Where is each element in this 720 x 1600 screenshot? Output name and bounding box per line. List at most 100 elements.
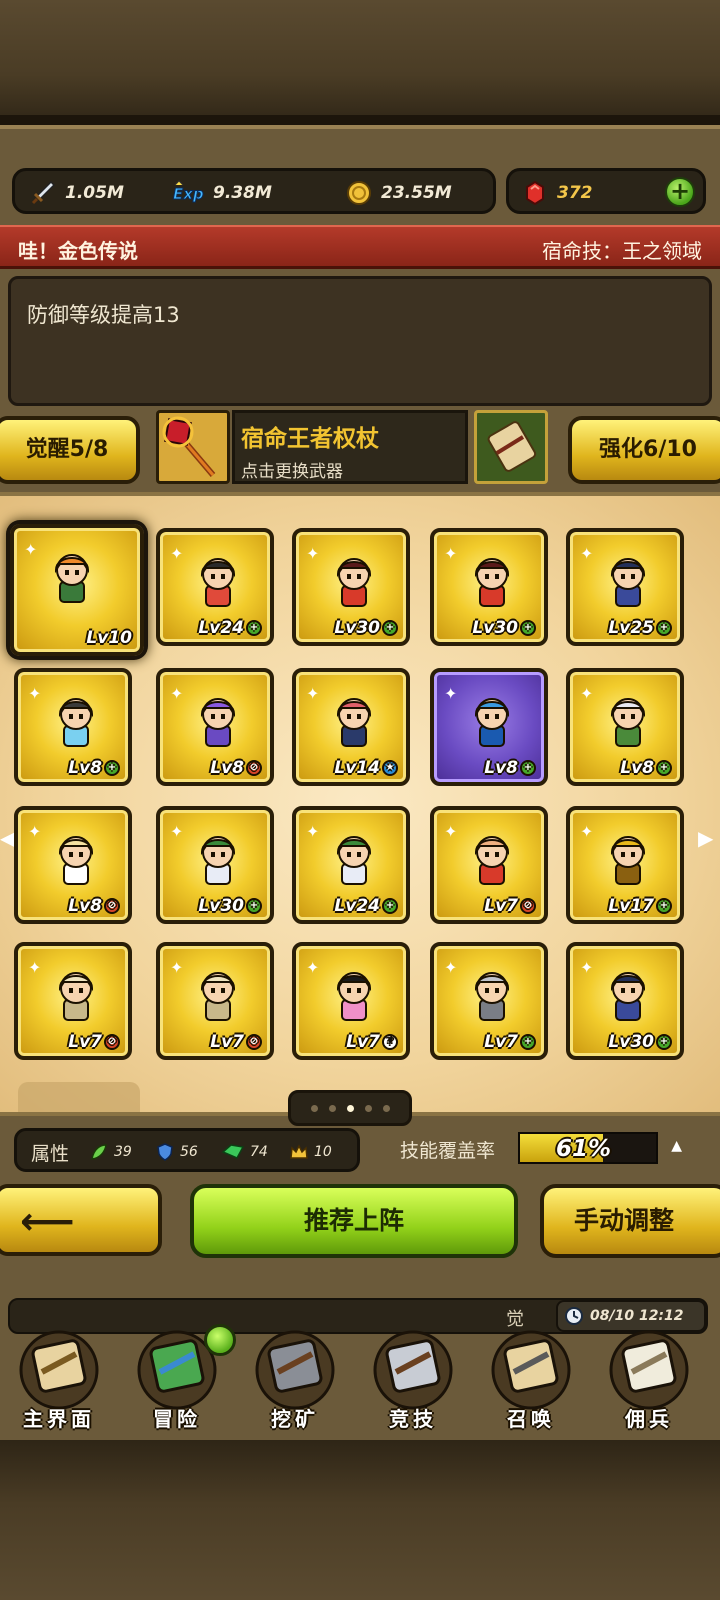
hero-level-text: Lv7 xyxy=(484,1032,518,1052)
nav-item[interactable]: 佣兵 xyxy=(590,1318,708,1444)
attribute-label: 属性 xyxy=(31,1143,70,1165)
page-dot[interactable] xyxy=(364,1104,372,1112)
hero-card[interactable]: ✦ Lv7 ⊘ xyxy=(430,806,548,924)
bone-creature-sprite xyxy=(200,972,236,1021)
hero-card[interactable]: ✦ Lv17 + xyxy=(566,806,684,924)
hero-status-badge: + xyxy=(520,760,536,776)
nav-label: 佣兵 xyxy=(625,1407,673,1431)
manual-adjust-button[interactable]: 手动调整 xyxy=(540,1184,720,1258)
page-dot[interactable] xyxy=(328,1104,336,1112)
sparkle-icon: ✦ xyxy=(170,958,184,977)
hero-level: Lv24 + xyxy=(198,618,262,638)
hero-status-badge: + xyxy=(656,898,672,914)
hero-card[interactable]: ✦ Lv25 + xyxy=(566,528,684,646)
recommend-lineup-button[interactable]: 推荐上阵 xyxy=(190,1184,518,1258)
hero-level: Lv30 + xyxy=(608,1032,672,1052)
purple-hair-girl-sprite xyxy=(200,698,236,747)
right-arrow-icon[interactable]: ▶ xyxy=(698,826,713,850)
hero-card[interactable]: ✦ Lv14 ★ xyxy=(292,668,410,786)
add-gems-button[interactable]: + xyxy=(665,177,695,207)
hero-card[interactable]: ✦ Lv30 + xyxy=(430,528,548,646)
blue-dragon-sprite xyxy=(474,698,510,747)
hero-card[interactable]: ✦ Lv7 ⊘ xyxy=(156,942,274,1060)
crown-icon xyxy=(290,1144,308,1159)
black-hair-bride-sprite xyxy=(336,972,372,1021)
hero-card[interactable]: ✦ Lv30 + xyxy=(156,806,274,924)
exp-value: 9.38M xyxy=(213,183,272,203)
back-button[interactable]: ⟵ xyxy=(0,1184,162,1256)
page-dot[interactable] xyxy=(310,1104,318,1112)
scepter-icon xyxy=(162,416,216,477)
hero-level-text: Lv24 xyxy=(334,896,380,916)
attribute-bar: 属性 39 56 74 10 xyxy=(14,1128,360,1172)
attack-stat: 74 xyxy=(221,1142,268,1162)
hero-card[interactable]: ✦ Lv7 ⊘ xyxy=(14,942,132,1060)
sparkle-icon: ✦ xyxy=(444,822,458,841)
description-text: 防御等级提高13 xyxy=(27,303,180,327)
hero-card[interactable]: ✦ Lv8 ⊘ xyxy=(14,806,132,924)
hero-level-text: Lv10 xyxy=(86,628,132,648)
page-dot[interactable] xyxy=(346,1104,354,1112)
hero-card[interactable]: ✦ Lv30 + xyxy=(566,942,684,1060)
orange-hair-hero-sprite xyxy=(54,554,90,603)
skill-coverage: 技能覆盖率 61% ▲ xyxy=(400,1128,706,1172)
weapon-slot[interactable] xyxy=(156,410,230,484)
nav-item[interactable]: 主界面 xyxy=(0,1318,118,1444)
gem-bar: 372 + xyxy=(506,168,706,214)
destiny-skill-label: 宿命技：王之领域 xyxy=(542,239,702,263)
destiny-banner: 哇！金色传说 宿命技：王之领域 xyxy=(0,225,720,269)
defense-stat: 56 xyxy=(155,1142,198,1162)
hero-card[interactable]: ✦ Lv8 + xyxy=(14,668,132,786)
hero-level: Lv7 ⊘ xyxy=(484,896,536,916)
hero-card[interactable]: ✦ Lv24 + xyxy=(292,806,410,924)
upgrade-button[interactable]: 强化6/10 xyxy=(568,416,720,484)
page-dot[interactable] xyxy=(382,1104,390,1112)
hero-level-text: Lv8 xyxy=(68,896,102,916)
crossed-swords-icon xyxy=(373,1330,453,1410)
hero-status-badge: + xyxy=(656,1034,672,1050)
hero-level: Lv8 + xyxy=(484,758,536,778)
hero-card[interactable]: ✦ Lv7? xyxy=(292,942,410,1060)
sparkle-icon: ✦ xyxy=(170,544,184,563)
hero-status-badge: + xyxy=(382,898,398,914)
nav-item[interactable]: 竞技 xyxy=(354,1318,472,1444)
hero-level-text: Lv30 xyxy=(472,618,518,638)
defense-value: 56 xyxy=(180,1144,198,1160)
hero-card[interactable]: ✦ Lv8 ⊘ xyxy=(156,668,274,786)
hero-card[interactable]: ✦ Lv8 + xyxy=(430,668,548,786)
gold-value: 23.55M xyxy=(381,183,452,203)
hero-level: Lv10 xyxy=(86,628,132,648)
hero-card[interactable]: ✦ Lv30 + xyxy=(292,528,410,646)
hero-level-text: Lv8 xyxy=(210,758,244,778)
adventure-notification-dot xyxy=(204,1324,236,1356)
expand-caret-icon[interactable]: ▲ xyxy=(671,1138,682,1154)
hero-card[interactable]: ✦ Lv8 + xyxy=(566,668,684,786)
hero-status-badge: ⊘ xyxy=(104,898,120,914)
nav-item[interactable]: 挖矿 xyxy=(236,1318,354,1444)
pickaxe-icon xyxy=(255,1330,335,1410)
pink-ponytail-girl-sprite xyxy=(336,698,372,747)
bone-creature-sprite xyxy=(58,972,94,1021)
hero-level-text: Lv17 xyxy=(608,896,654,916)
banner-title: 哇！金色传说 xyxy=(18,239,138,263)
nav-item[interactable]: 召唤 xyxy=(472,1318,590,1444)
awaken-button[interactable]: 觉醒5/8 xyxy=(0,416,140,484)
scroll-slot[interactable] xyxy=(474,410,548,484)
hero-card[interactable]: ✦ Lv10 xyxy=(10,524,144,656)
summon-scroll-icon xyxy=(491,1330,571,1410)
hero-card[interactable]: ✦ Lv7 + xyxy=(430,942,548,1060)
hero-card[interactable]: ✦ Lv24 + xyxy=(156,528,274,646)
hero-level-text: Lv7 xyxy=(346,1032,380,1052)
gold-coin-icon xyxy=(347,181,371,205)
green-hair-girl-sprite xyxy=(336,836,372,885)
weapon-info[interactable]: 宿命王者权杖 点击更换武器 xyxy=(232,410,468,484)
hero-level: Lv30 + xyxy=(472,618,536,638)
back-arrow-icon: ⟵ xyxy=(20,1199,75,1243)
skill-coverage-label: 技能覆盖率 xyxy=(400,1140,496,1162)
red-headband-girl-sprite xyxy=(474,558,510,607)
hero-status-badge: ⊘ xyxy=(520,898,536,914)
sparkle-icon: ✦ xyxy=(580,684,594,703)
svg-text:Exp: Exp xyxy=(173,185,204,203)
hero-level: Lv24 + xyxy=(334,896,398,916)
sparkle-icon: ✦ xyxy=(28,684,42,703)
